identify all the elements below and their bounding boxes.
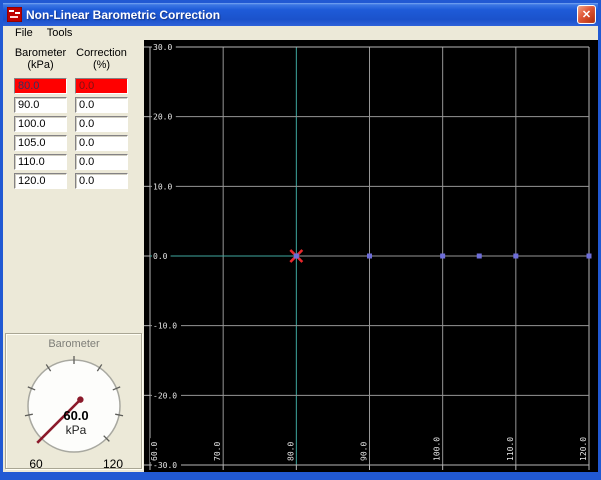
gauge-max-label: 120 <box>103 457 123 470</box>
svg-text:120.0: 120.0 <box>579 437 588 461</box>
svg-text:20.0: 20.0 <box>153 113 172 122</box>
close-button[interactable]: ✕ <box>577 5 596 24</box>
svg-text:60.0: 60.0 <box>150 442 159 461</box>
table-header: Barometer (kPa) Correction (%) <box>3 40 144 71</box>
correction-panel: Barometer (kPa) Correction (%) 80.0 0.0 90… <box>3 40 144 472</box>
gauge-value: 60.0 <box>63 408 88 423</box>
svg-text:-20.0: -20.0 <box>153 391 177 400</box>
correction-field[interactable]: 0.0 <box>75 154 128 170</box>
table-row: 80.0 0.0 <box>14 78 144 94</box>
correction-field[interactable]: 0.0 <box>75 97 128 113</box>
correction-field[interactable]: 0.0 <box>75 116 128 132</box>
svg-text:90.0: 90.0 <box>360 442 369 461</box>
svg-text:110.0: 110.0 <box>506 437 515 461</box>
correction-table-rows: 80.0 0.0 90.0 0.0 100.0 0.0 105.0 0.0 110.0 0.0 12… <box>3 71 144 189</box>
barometer-field[interactable]: 80.0 <box>14 78 67 94</box>
barometer-field[interactable]: 105.0 <box>14 135 67 151</box>
barometer-field[interactable]: 120.0 <box>14 173 67 189</box>
svg-text:80.0: 80.0 <box>286 442 295 461</box>
svg-text:-30.0: -30.0 <box>153 461 177 470</box>
menu-item-tools[interactable]: Tools <box>41 27 79 40</box>
svg-text:10.0: 10.0 <box>153 182 172 191</box>
svg-text:30.0: 30.0 <box>153 43 172 52</box>
menu-bar: File Tools <box>3 26 598 40</box>
svg-text:0.0: 0.0 <box>153 252 168 261</box>
barometer-column-header: Barometer (kPa) <box>14 47 67 71</box>
correction-field[interactable]: 0.0 <box>75 78 128 94</box>
title-bar[interactable]: Non-Linear Barometric Correction ✕ <box>3 3 598 26</box>
window-title: Non-Linear Barometric Correction <box>26 7 221 22</box>
window-body: Barometer (kPa) Correction (%) 80.0 0.0 90… <box>3 40 598 472</box>
table-row: 105.0 0.0 <box>14 135 144 151</box>
table-row: 120.0 0.0 <box>14 173 144 189</box>
gauge-min-label: 60 <box>29 457 43 470</box>
gauge-unit: kPa <box>66 423 87 437</box>
menu-item-file[interactable]: File <box>9 27 39 40</box>
chart-svg: 30.0 20.0 10.0 0.0 -10.0 -20.0 -30.060.0 70.0 80… <box>144 43 592 470</box>
barometer-field[interactable]: 110.0 <box>14 154 67 170</box>
gauge-svg: Barometer 60.0 kPa 60 120 <box>24 338 124 470</box>
table-row: 110.0 0.0 <box>14 154 144 170</box>
app-icon <box>7 7 22 22</box>
table-row: 100.0 0.0 <box>14 116 144 132</box>
app-window: Non-Linear Barometric Correction ✕ File T… <box>0 0 601 480</box>
svg-text:100.0: 100.0 <box>433 437 442 461</box>
gauge-title: Barometer <box>48 338 100 350</box>
correction-field[interactable]: 0.0 <box>75 135 128 151</box>
correction-chart[interactable]: 30.0 20.0 10.0 0.0 -10.0 -20.0 -30.0 60.0 70.0 80… <box>144 40 598 472</box>
correction-field[interactable]: 0.0 <box>75 173 128 189</box>
close-icon: ✕ <box>581 9 592 21</box>
table-row: 90.0 0.0 <box>14 97 144 113</box>
correction-column-header: Correction (%) <box>76 47 127 71</box>
gauge-drawing <box>24 356 124 453</box>
barometer-field[interactable]: 90.0 <box>14 97 67 113</box>
svg-text:70.0: 70.0 <box>213 442 222 461</box>
barometer-gauge-box: Barometer 60.0 kPa 60 120 <box>5 333 142 470</box>
svg-text:-10.0: -10.0 <box>153 322 177 331</box>
barometer-field[interactable]: 100.0 <box>14 116 67 132</box>
